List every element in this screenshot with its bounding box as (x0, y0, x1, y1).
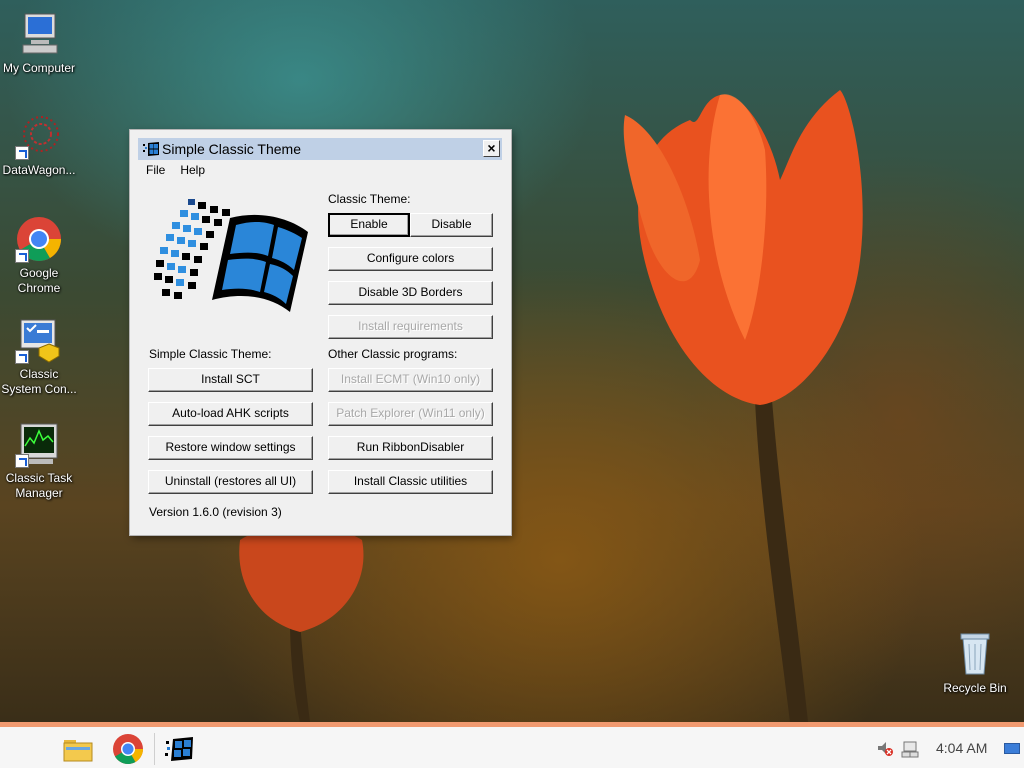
autoload-ahk-button[interactable]: Auto-load AHK scripts (148, 402, 313, 426)
desktop-icon-label: Google Chrome (17, 266, 61, 295)
desktop-icon-datawagon[interactable]: DataWagon... (1, 112, 77, 178)
taskbar: 4:04 AM (0, 722, 1024, 768)
taskbar-simple-classic-theme[interactable] (163, 733, 195, 765)
restore-window-settings-button[interactable]: Restore window settings (148, 436, 313, 460)
version-label: Version 1.6.0 (revision 3) (149, 505, 282, 519)
desktop-icon-label: Recycle Bin (943, 681, 1007, 695)
recycle-bin-icon (951, 630, 999, 678)
shortcut-arrow-icon (15, 350, 29, 364)
title-bar[interactable]: Simple Classic Theme × (138, 138, 502, 160)
menu-help[interactable]: Help (172, 162, 212, 177)
install-sct-button[interactable]: Install SCT (148, 368, 313, 392)
install-classic-utilities-button[interactable]: Install Classic utilities (328, 470, 493, 494)
desktop-icon-classic-task-manager[interactable]: Classic Task Manager (1, 420, 77, 501)
enable-button[interactable]: Enable (328, 213, 410, 237)
disable-button[interactable]: Disable (410, 213, 493, 237)
desktop-icon-label: DataWagon... (2, 163, 76, 177)
taskbar-clock[interactable]: 4:04 AM (936, 740, 987, 756)
control-panel-icon (15, 316, 63, 364)
close-button[interactable]: × (483, 140, 500, 157)
desktop-icon-label: Classic System Con... (1, 367, 77, 396)
classic-theme-label: Classic Theme: (328, 192, 411, 206)
desktop-icon-label: Classic Task Manager (5, 471, 73, 500)
desktop-icon-classic-system-control[interactable]: Classic System Con... (1, 316, 77, 397)
sct-section-label: Simple Classic Theme: (149, 347, 272, 361)
shortcut-arrow-icon (15, 146, 29, 160)
install-requirements-button[interactable]: Install requirements (328, 315, 493, 339)
datawagon-icon (15, 112, 63, 160)
shortcut-arrow-icon (15, 454, 29, 468)
chrome-icon (113, 734, 143, 765)
show-desktop-icon[interactable] (1004, 742, 1020, 754)
taskbar-chrome[interactable] (112, 733, 144, 765)
menu-bar: File Help (138, 162, 212, 180)
computer-icon (15, 10, 63, 58)
window-title: Simple Classic Theme (162, 141, 302, 157)
other-programs-label: Other Classic programs: (328, 347, 458, 361)
configure-colors-button[interactable]: Configure colors (328, 247, 493, 271)
taskbar-file-explorer[interactable] (62, 733, 94, 765)
desktop-icon-google-chrome[interactable]: Google Chrome (1, 215, 77, 296)
simple-classic-theme-window: Simple Classic Theme × File Help Classic… (130, 130, 511, 535)
classic-windows-logo (154, 199, 308, 312)
desktop: My Computer DataWagon... Google Chrome C… (0, 0, 1024, 722)
task-manager-icon (15, 420, 63, 468)
volume-muted-icon[interactable] (876, 741, 894, 757)
close-icon: × (487, 140, 496, 156)
menu-file[interactable]: File (138, 162, 172, 177)
run-ribbondisabler-button[interactable]: Run RibbonDisabler (328, 436, 493, 460)
taskbar-separator (154, 733, 155, 765)
install-ecmt-button[interactable]: Install ECMT (Win10 only) (328, 368, 493, 392)
shortcut-arrow-icon (15, 249, 29, 263)
folder-icon (63, 740, 93, 762)
desktop-icon-my-computer[interactable]: My Computer (1, 10, 77, 76)
windows-logo-icon (142, 141, 160, 162)
network-icon[interactable] (900, 740, 920, 758)
chrome-icon (15, 215, 63, 263)
desktop-icon-label: My Computer (2, 61, 76, 75)
desktop-icon-recycle-bin[interactable]: Recycle Bin (937, 630, 1013, 696)
uninstall-button[interactable]: Uninstall (restores all UI) (148, 470, 313, 494)
disable-3d-borders-button[interactable]: Disable 3D Borders (328, 281, 493, 305)
patch-explorer-button[interactable]: Patch Explorer (Win11 only) (328, 402, 493, 426)
windows-logo-icon (165, 737, 193, 761)
